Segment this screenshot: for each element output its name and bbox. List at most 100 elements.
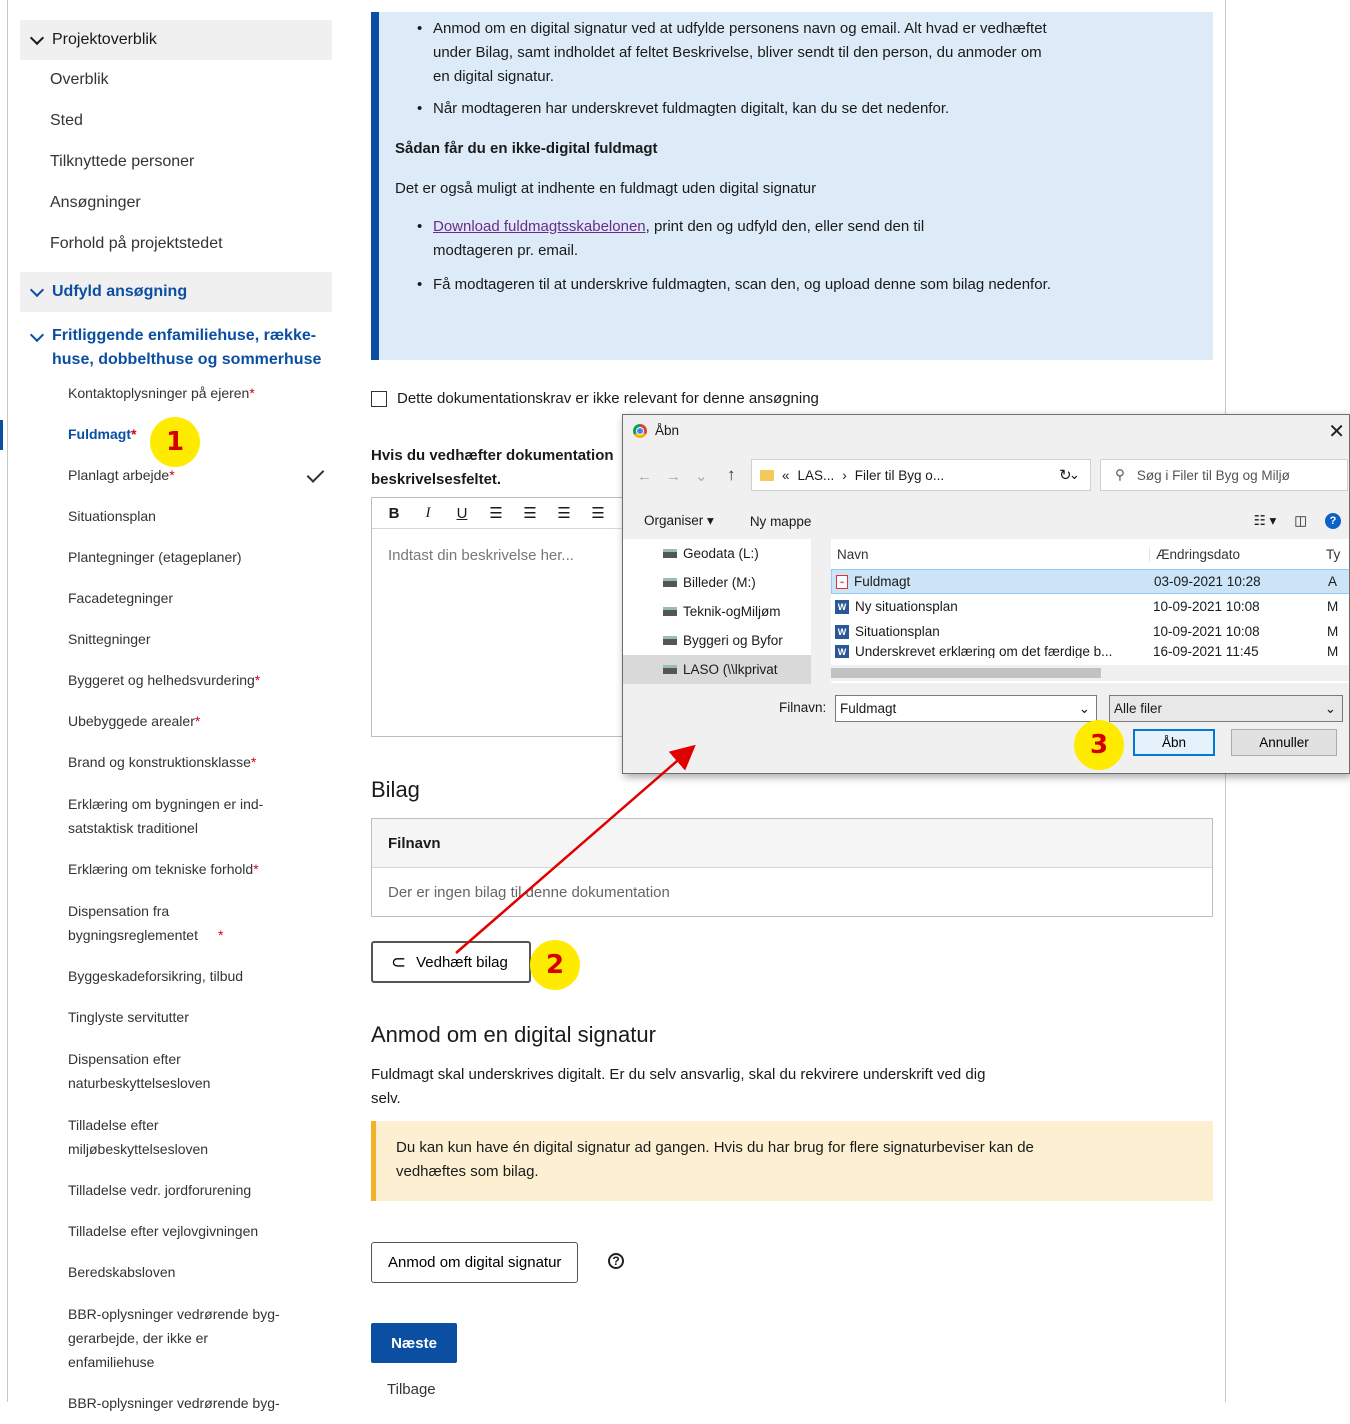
italic-button[interactable]: I: [418, 505, 438, 522]
sidebar-item[interactable]: Dispensation fra bygningsreglementet *: [20, 890, 332, 956]
drive-label: Geodata (L:): [683, 546, 759, 561]
sidebar-item[interactable]: Dispensation efter naturbeskyttelseslove…: [20, 1038, 332, 1104]
file-name-cell: W Underskrevet erklæring om det færdige b…: [831, 644, 1147, 658]
sidebar-item[interactable]: Snittegninger: [20, 619, 332, 660]
sidebar-item[interactable]: BBR-oplysninger vedrørende byg-gerarbejd…: [20, 1293, 332, 1383]
cancel-button[interactable]: Annuller: [1231, 729, 1337, 756]
sidebar-item[interactable]: Situationsplan: [20, 496, 332, 537]
chrome-icon: [633, 423, 647, 438]
file-row[interactable]: W Situationsplan 10-09-2021 10:08 M: [831, 619, 1349, 644]
filename-input[interactable]: Fuldmagt ⌄: [835, 695, 1097, 722]
path-segment[interactable]: LAS...: [798, 468, 835, 483]
help-icon[interactable]: ?: [1325, 513, 1341, 529]
column-type[interactable]: Ty: [1326, 547, 1340, 562]
horizontal-scrollbar[interactable]: [811, 665, 1349, 681]
sidebar-section-udfyld[interactable]: Udfyld ansøgning: [20, 271, 332, 312]
sidebar-group[interactable]: Fritliggende enfamiliehuse, række-huse, …: [20, 312, 332, 373]
drive-item[interactable]: Billeder (M:): [623, 568, 811, 597]
drive-item-selected[interactable]: LASO (\\lkprivat: [623, 655, 811, 684]
file-type: M: [1327, 644, 1339, 658]
sidebar-item[interactable]: Beredskabsloven: [20, 1252, 332, 1293]
sidebar-item[interactable]: Tilladelse efter vejlovgivningen: [20, 1211, 332, 1252]
item-label: Planlagt arbejde: [68, 467, 170, 484]
sidebar-item[interactable]: Erklæring om tekniske forhold *: [20, 849, 332, 890]
underline-button[interactable]: U: [452, 505, 472, 522]
file-name-cell: W Situationsplan: [831, 624, 1147, 639]
sidebar-item[interactable]: Overblik: [20, 60, 332, 101]
network-drive-icon: [663, 607, 677, 616]
section-label: Projektoverblik: [52, 31, 157, 48]
info-bullet: Download fuldmagtsskabelonen, print den …: [379, 215, 993, 263]
sidebar-item[interactable]: Byggeret og helhedsvurdering *: [20, 660, 332, 701]
preview-pane-icon[interactable]: ◫: [1294, 513, 1307, 529]
sidebar-item[interactable]: Tilknyttede personer: [20, 142, 332, 183]
navigation-bar: ←→⌄ ↑ « LAS... › Filer til Byg o... ⌄ ↻ …: [623, 459, 1349, 493]
required-mark: *: [169, 467, 175, 484]
sidebar-item[interactable]: Tilladelse efter miljøbeskyttelsesloven: [20, 1104, 332, 1170]
refresh-icon[interactable]: ↻: [1059, 466, 1072, 484]
filetype-value: Alle filer: [1114, 701, 1163, 716]
not-relevant-checkbox-row[interactable]: Dette dokumentationskrav er ikke relevan…: [371, 390, 819, 407]
sidebar-item[interactable]: Facadetegninger: [20, 578, 332, 619]
sidebar-item[interactable]: BBR-oplysninger vedrørende byg-: [20, 1383, 332, 1424]
search-box[interactable]: ⚲ Søg i Filer til Byg og Miljø: [1100, 459, 1348, 491]
back-forward-icon[interactable]: ←→⌄: [637, 467, 722, 485]
filetype-select[interactable]: Alle filer ⌄: [1109, 695, 1343, 722]
sidebar-item[interactable]: Erklæring om bygningen er ind-satstaktis…: [20, 783, 332, 849]
navigation-pane: Geodata (L:) Billeder (M:) Teknik-ogMilj…: [623, 539, 811, 684]
drive-item[interactable]: Teknik-ogMiljøm: [623, 597, 811, 626]
organize-menu[interactable]: Organiser ▾: [644, 513, 714, 529]
info-heading: Sådan får du en ikke-digital fuldmagt: [395, 140, 658, 157]
close-icon[interactable]: ✕: [1328, 419, 1345, 444]
drive-item[interactable]: Byggeri og Byfor: [623, 626, 811, 655]
item-label: Tilladelse efter vejlovgivningen: [68, 1223, 259, 1240]
next-button[interactable]: Næste: [371, 1323, 457, 1363]
attach-file-button[interactable]: ⊂ Vedhæft bilag: [371, 941, 531, 983]
item-label: BBR-oplysninger vedrørende byg-gerarbejd…: [68, 1305, 280, 1370]
chevron-down-icon[interactable]: ⌄: [1079, 701, 1090, 717]
view-options-icon[interactable]: ☷ ▾: [1254, 513, 1277, 529]
sidebar-item[interactable]: Tinglyste servitutter: [20, 997, 332, 1038]
sidebar-section-projektoverblik[interactable]: Projektoverblik: [20, 20, 332, 60]
scrollbar-thumb[interactable]: [831, 668, 1101, 678]
signature-text: Fuldmagt skal underskrives digitalt. Er …: [371, 1066, 986, 1107]
numbered-list-icon[interactable]: ☰: [520, 504, 540, 522]
new-folder-button[interactable]: Ny mappe: [750, 514, 812, 529]
file-row-selected[interactable]: ⌁ Fuldmagt 03-09-2021 10:28 A: [831, 569, 1349, 594]
open-button[interactable]: Åbn: [1133, 729, 1215, 756]
column-date[interactable]: Ændringsdato: [1149, 546, 1326, 562]
sidebar-item[interactable]: Sted: [20, 101, 332, 142]
not-relevant-checkbox[interactable]: [371, 390, 387, 407]
back-link[interactable]: Tilbage: [387, 1381, 436, 1398]
path-segment[interactable]: Filer til Byg o...: [855, 468, 944, 483]
pdf-icon: ⌁: [836, 574, 848, 589]
file-row[interactable]: W Underskrevet erklæring om det færdige b…: [831, 644, 1349, 658]
drive-label: LASO (\\lkprivat: [683, 662, 778, 677]
sidebar-item[interactable]: Forhold på projektstedet: [20, 223, 332, 264]
sidebar-item[interactable]: Plantegninger (etageplaner): [20, 537, 332, 578]
help-icon[interactable]: ?: [608, 1253, 624, 1269]
warning-box: Du kan kun have én digital signatur ad g…: [371, 1121, 1213, 1201]
sidebar-item[interactable]: Ansøgninger: [20, 182, 332, 223]
info-bullet: Få modtageren til at underskrive fuldmag…: [379, 273, 1053, 297]
column-name[interactable]: Navn: [831, 547, 1149, 562]
address-bar[interactable]: « LAS... › Filer til Byg o... ⌄: [751, 459, 1091, 491]
request-signature-button[interactable]: Anmod om digital signatur: [371, 1242, 579, 1283]
file-row[interactable]: W Ny situationsplan 10-09-2021 10:08 M: [831, 594, 1349, 619]
warning-text: Du kan kun have én digital signatur ad g…: [396, 1139, 1034, 1180]
drive-item[interactable]: Geodata (L:): [623, 539, 811, 568]
download-template-link[interactable]: Download fuldmagtsskabelonen: [433, 218, 646, 235]
sidebar-item[interactable]: Byggeskadeforsikring, tilbud: [20, 956, 332, 997]
item-label: Tinglyste servitutter: [68, 1009, 189, 1026]
filename-label: Filnavn:: [779, 700, 827, 715]
indent-icon[interactable]: ☰: [554, 504, 574, 522]
bold-button[interactable]: B: [384, 505, 404, 522]
outdent-icon[interactable]: ☰: [588, 504, 608, 522]
up-arrow-icon[interactable]: ↑: [727, 465, 736, 485]
bullet-list-icon[interactable]: ☰: [486, 504, 506, 522]
sidebar-item[interactable]: Ubebyggede arealer *: [20, 701, 332, 742]
sidebar-item[interactable]: Tilladelse vedr. jordforurening: [20, 1170, 332, 1211]
sidebar-item[interactable]: Brand og konstruktionsklasse *: [20, 742, 332, 783]
sidebar-item-kontakt[interactable]: Kontaktoplysninger på ejeren *: [20, 373, 332, 414]
active-indicator: [0, 419, 3, 450]
